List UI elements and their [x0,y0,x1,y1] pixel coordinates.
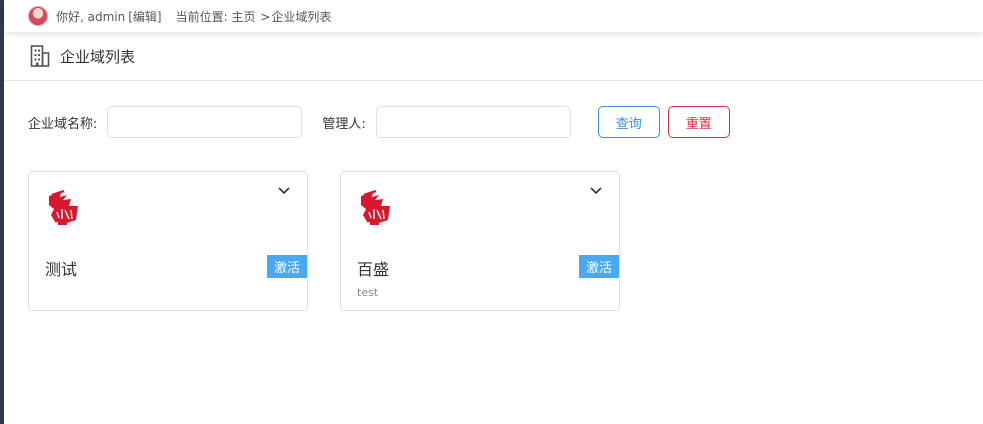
enterprise-name-input[interactable] [107,106,303,138]
tianhu-logo-icon [361,189,390,225]
reset-button[interactable]: 重置 [667,106,730,138]
breadcrumb-separator: > [260,9,271,24]
enterprise-card[interactable]: 百盛 test 激活 [340,171,620,311]
page-header: 企业域列表 [4,32,983,81]
search-form: 企业域名称: 管理人: 查询 重置 [28,106,730,138]
user-greeting: 你好, admin [56,9,126,24]
enterprise-name: 百盛 [357,260,390,279]
query-button[interactable]: 查询 [597,106,660,138]
building-icon [30,45,50,67]
enterprise-name-label: 企业域名称: [28,116,98,132]
enterprise-name: 测试 [45,260,78,279]
breadcrumb-current: 企业域列表 [271,9,332,24]
manager-input[interactable] [375,106,571,138]
top-bar: 你好, admin [编辑] 当前位置: 主页 >企业域列表 [4,0,983,32]
page-title: 企业域列表 [60,47,136,66]
location-label: 当前位置: [175,9,228,24]
chevron-down-icon[interactable] [277,186,291,196]
avatar[interactable] [28,6,48,26]
manager-label: 管理人: [322,116,366,132]
enterprise-description: test [357,286,379,299]
status-badge: 激活 [579,255,619,278]
status-badge: 激活 [267,255,307,278]
chevron-down-icon[interactable] [589,186,603,196]
edit-profile-link[interactable]: [编辑] [128,8,161,25]
tianhu-logo-icon [49,189,78,225]
breadcrumb-home[interactable]: 主页 [231,10,255,24]
breadcrumb: 当前位置: 主页 >企业域列表 [176,8,332,25]
enterprise-card[interactable]: 测试 激活 [28,171,308,311]
